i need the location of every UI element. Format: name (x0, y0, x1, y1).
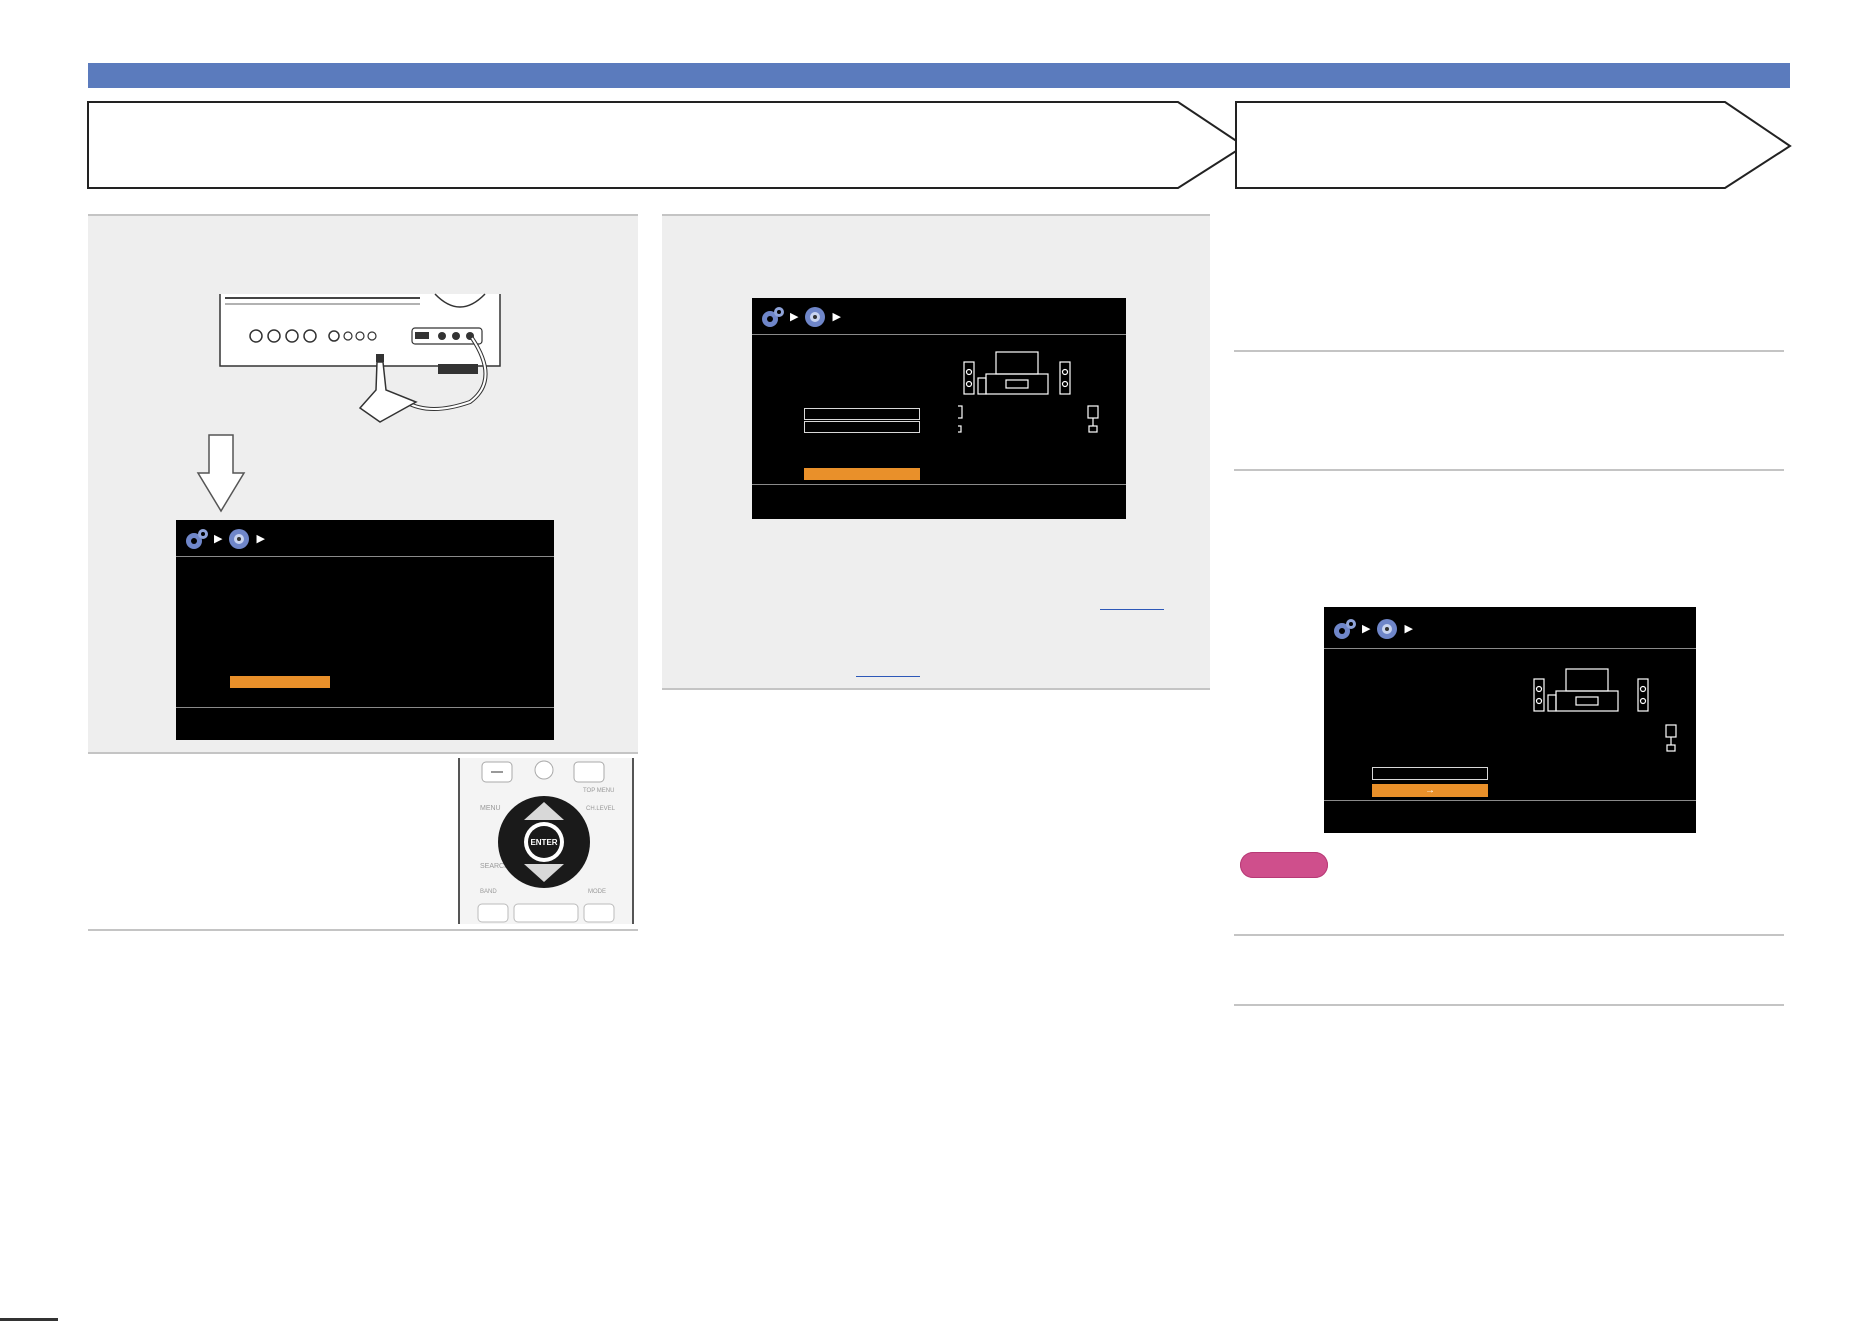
page-link-1[interactable] (1100, 609, 1164, 610)
menu-option-1[interactable] (1372, 767, 1488, 780)
next-button[interactable]: → (1372, 784, 1488, 797)
speaker-config-icon (1377, 619, 1398, 639)
speaker-layout-diagram (958, 351, 1099, 433)
page-marker (0, 1318, 58, 1321)
gear-icon (762, 307, 784, 327)
crumb-arrow-icon: ▶ (1404, 622, 1413, 635)
note-badge (1240, 852, 1328, 878)
header-bar (88, 63, 1790, 88)
speaker-config-icon (805, 307, 826, 327)
svg-text:BAND: BAND (480, 889, 497, 895)
crumb-arrow-icon: ▶ (832, 310, 841, 323)
tv-screen-2: ▶ ▶ (752, 298, 1126, 519)
selected-menu-item[interactable] (804, 468, 920, 480)
page-link-2[interactable] (856, 676, 920, 677)
speaker-layout-diagram (1533, 668, 1677, 752)
crumb-arrow-icon: ▶ (256, 532, 265, 545)
step-banner-right (1235, 101, 1792, 189)
crumb-arrow-icon: ▶ (790, 310, 799, 323)
tv-screen-3: ▶ ▶ → (1324, 607, 1696, 833)
remote-control-illustration: MENU TOP MENU CH.LEVEL SEARCH BAND MODE … (458, 758, 634, 924)
speaker-config-icon (229, 529, 250, 549)
svg-text:MODE: MODE (588, 889, 606, 895)
down-arrow-icon (196, 434, 246, 513)
receiver-mic-illustration (219, 293, 501, 423)
menu-option-2[interactable] (804, 421, 920, 433)
gear-icon (186, 529, 208, 549)
crumb-arrow-icon: ▶ (1362, 622, 1371, 635)
svg-text:TOP MENU: TOP MENU (583, 788, 614, 794)
crumb-arrow-icon: ▶ (214, 532, 223, 545)
enter-button[interactable]: ENTER (530, 838, 557, 847)
step-banner-left (87, 101, 1246, 189)
menu-option-1[interactable] (804, 408, 920, 420)
gear-icon (1334, 619, 1356, 639)
svg-text:CH.LEVEL: CH.LEVEL (586, 806, 616, 812)
svg-text:MENU: MENU (480, 805, 501, 812)
selected-menu-item[interactable] (230, 676, 330, 688)
tv-screen-1: ▶ ▶ (176, 520, 554, 740)
